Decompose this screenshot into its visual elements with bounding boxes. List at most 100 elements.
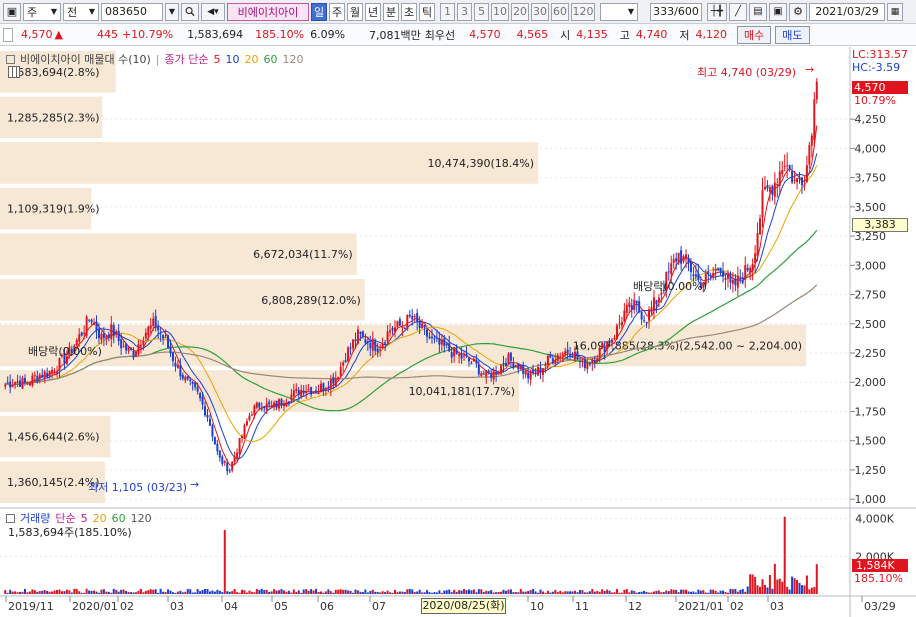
period-second[interactable]: 초 xyxy=(401,2,417,21)
calendar-icon[interactable]: ▦ xyxy=(887,2,903,21)
interval-60[interactable]: 60 xyxy=(551,2,569,21)
candle-body xyxy=(551,358,554,363)
code-dropdown-icon[interactable]: ▼ xyxy=(165,2,179,21)
period-month[interactable]: 월 xyxy=(347,2,363,21)
candle-body xyxy=(201,396,204,405)
volume-bar xyxy=(455,591,458,594)
interval-1[interactable]: 1 xyxy=(440,2,455,21)
search-icon[interactable] xyxy=(181,2,199,21)
layout-icon[interactable]: ▣ xyxy=(3,2,21,21)
volume-bar xyxy=(179,590,182,594)
candle-body xyxy=(588,363,591,365)
volume-bar xyxy=(648,592,651,594)
candle-body xyxy=(529,370,532,380)
sound-icon[interactable]: ◀▾ xyxy=(201,2,225,21)
volume-bar xyxy=(290,592,293,594)
interval-3[interactable]: 3 xyxy=(457,2,472,21)
volume-bar xyxy=(53,590,56,594)
volume-bar xyxy=(581,590,584,594)
candle-body xyxy=(152,318,155,326)
volume-bar xyxy=(275,590,278,594)
candle-body xyxy=(211,425,214,437)
candle-body xyxy=(396,321,399,327)
candle-body xyxy=(196,387,199,392)
volume-bar xyxy=(322,592,325,594)
candle-body xyxy=(317,390,320,395)
interval-120[interactable]: 120 xyxy=(571,2,595,21)
volume-bar xyxy=(445,590,448,594)
candle-body xyxy=(633,299,636,311)
date-tick-label: 03 xyxy=(170,600,184,613)
period-year[interactable]: 년 xyxy=(365,2,381,21)
grid-icon[interactable] xyxy=(8,66,20,78)
volume-bar xyxy=(554,589,557,594)
candle-settings-icon[interactable]: ┼╋ xyxy=(707,2,727,21)
candle-body xyxy=(127,346,130,351)
candle-body xyxy=(509,352,512,361)
market-select[interactable]: 주 ▼ xyxy=(23,2,61,21)
legend-box-icon[interactable] xyxy=(6,54,15,64)
candle-body xyxy=(810,135,813,146)
date-input[interactable]: 2021/03/29 xyxy=(809,2,885,21)
volume-bar xyxy=(376,591,379,594)
volume-bar xyxy=(46,590,49,594)
stock-name[interactable]: 비에이치아이 xyxy=(227,2,309,21)
period-week[interactable]: 주 xyxy=(329,2,345,21)
period-minute[interactable]: 분 xyxy=(383,2,399,21)
chart-svg[interactable]: 1,583,694(2.8%) 1,285,285(2.3%) 10,474,390… xyxy=(0,47,916,617)
period-tick[interactable]: 틱 xyxy=(419,2,435,21)
candle-body xyxy=(413,315,416,317)
volume-bar xyxy=(813,587,816,594)
type-select[interactable]: 전 ▼ xyxy=(63,2,99,21)
toggle-icon[interactable] xyxy=(3,27,13,42)
gear-icon[interactable]: ⚙ xyxy=(789,2,807,21)
volume-bar xyxy=(667,591,670,594)
volume-bar xyxy=(504,590,507,594)
legend-box-icon[interactable] xyxy=(6,513,15,523)
candle-body xyxy=(26,383,29,385)
quote-bar: 4,570 ▲ 445 +10.79% 1,583,694 185.10% 6.… xyxy=(0,24,916,46)
document-icon[interactable]: ▤ xyxy=(749,2,767,21)
code-input[interactable]: 083650 xyxy=(101,2,163,21)
chart-area[interactable]: 1,583,694(2.8%) 1,285,285(2.3%) 10,474,390… xyxy=(0,47,916,617)
interval-20[interactable]: 20 xyxy=(511,2,529,21)
candle-body xyxy=(379,349,382,351)
draw-line-icon[interactable]: ╱ xyxy=(729,2,747,21)
candle-body xyxy=(184,376,187,381)
candle-body xyxy=(260,408,263,410)
sell-button[interactable]: 매도 xyxy=(775,25,810,44)
volume-bar xyxy=(773,563,776,594)
volume-bar xyxy=(58,589,61,594)
candle-body xyxy=(800,177,803,186)
count-input[interactable]: 333/600 xyxy=(650,2,702,21)
candle-body xyxy=(416,313,419,323)
volume-bar xyxy=(731,589,734,594)
volume-bar xyxy=(16,592,19,594)
volume-bar xyxy=(191,592,194,594)
candle-body xyxy=(805,165,808,182)
save-icon[interactable]: ▣ xyxy=(769,2,787,21)
candle-body xyxy=(546,355,549,366)
cursor-price-tag: 3,383 xyxy=(852,218,908,232)
interval-5[interactable]: 5 xyxy=(474,2,489,21)
interval-10[interactable]: 10 xyxy=(491,2,509,21)
volume-bar xyxy=(152,589,155,594)
volume-bar xyxy=(586,592,589,594)
candle-body xyxy=(574,351,577,360)
custom-interval-select[interactable]: ▼ xyxy=(600,2,638,21)
interval-30[interactable]: 30 xyxy=(531,2,549,21)
candle-body xyxy=(793,179,796,181)
buy-button[interactable]: 매수 xyxy=(737,25,772,44)
period-day[interactable]: 일 xyxy=(311,2,327,21)
candle-body xyxy=(292,390,295,397)
candle-body xyxy=(268,401,271,405)
volume-bar xyxy=(512,592,515,594)
candle-body xyxy=(243,425,246,438)
total-value: /600 xyxy=(674,5,699,18)
date-tick-label: 2021/01 xyxy=(678,600,724,613)
volume-bar xyxy=(537,592,540,594)
volume-bar xyxy=(154,589,157,594)
volume-bar xyxy=(736,591,739,594)
volume-bar xyxy=(810,587,813,594)
candle-body xyxy=(492,369,495,380)
